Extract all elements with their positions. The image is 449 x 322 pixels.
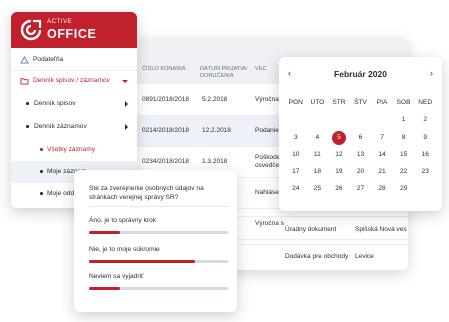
day-cell[interactable]: 3 <box>285 129 307 146</box>
weekday-label: PON <box>288 99 303 106</box>
day-cell[interactable]: 24 <box>285 180 307 197</box>
calendar-month-title: Február 2020 <box>334 69 387 79</box>
column-header-date[interactable]: DÁTUM PRIJATIA/ DORUČENIA <box>200 66 260 80</box>
day-cell[interactable]: 18 <box>307 163 329 180</box>
bullet-icon <box>26 102 29 105</box>
day-cell[interactable]: 22 <box>393 163 415 180</box>
poll-option-yes[interactable]: Áno, je to správny krok <box>89 217 156 224</box>
day-cell[interactable]: 17 <box>285 163 307 180</box>
sidebar-item-dennik-zaznamov[interactable]: Denník záznamov <box>11 122 137 132</box>
sidebar-item-label: Denník spisov / záznamov <box>33 77 110 84</box>
sidebar-item-dennik-spisov[interactable]: Denník spisov <box>11 99 137 109</box>
weekday-label: PIA <box>376 99 388 106</box>
day-cell[interactable]: 9 <box>414 129 436 146</box>
sidebar-item-label: Všetky záznamy <box>47 146 96 153</box>
sidebar-item-label: Podateľňa <box>33 56 64 63</box>
bullet-icon <box>26 125 29 128</box>
brand-subtitle: ACTIVE <box>47 19 73 25</box>
cell-number: 0214/2018/2018 <box>142 126 189 134</box>
day-cell[interactable]: 25 <box>307 180 329 197</box>
cell-place: Levice <box>355 253 374 260</box>
bullet-icon <box>40 170 43 173</box>
bullet-icon <box>40 148 43 151</box>
poll-option-no[interactable]: Nie, je to moje súkromie <box>89 246 160 253</box>
day-cell[interactable]: 28 <box>371 180 393 197</box>
sidebar-item-podatelna[interactable]: Podateľňa <box>11 55 137 65</box>
empty-day-cell <box>350 111 372 128</box>
weekday-label: UTO <box>310 99 325 106</box>
divider <box>89 206 229 207</box>
chevron-right-icon <box>125 101 128 107</box>
sidebar-item-vsetky-zaznamy[interactable]: Všetky záznamy <box>11 145 137 155</box>
column-header-number[interactable]: ČÍSLO KONANIA <box>142 66 186 73</box>
day-cell[interactable]: 19 <box>328 163 350 180</box>
day-cell[interactable]: 1 <box>393 111 415 128</box>
date-picker: ‹ Február 2020 › PON UTO STR ŠTV PIA SOB NED 1 2… <box>279 57 442 211</box>
day-cell[interactable]: 26 <box>328 180 350 197</box>
day-cell[interactable]: 27 <box>350 180 372 197</box>
empty-day-cell <box>371 111 393 128</box>
sidebar-item-dennik-spisov-zaznamov[interactable]: Denník spisov / záznamov <box>11 76 137 86</box>
day-cell[interactable]: 8 <box>393 129 415 146</box>
weekday-label: STR <box>332 99 346 106</box>
brand-title: OFFICE <box>47 27 97 41</box>
day-cell[interactable]: 4 <box>307 129 329 146</box>
weekday-label: SOB <box>396 99 411 106</box>
cell-date: 12.2.2018 <box>202 126 231 134</box>
chevron-down-icon <box>122 80 128 83</box>
poll-card: Ste za zverejnenie osobných údajov na st… <box>74 170 237 312</box>
logo-icon <box>20 19 42 41</box>
poll-bar-fill <box>89 231 120 234</box>
day-cell[interactable]: 6 <box>350 129 372 146</box>
day-cell[interactable]: 15 <box>393 146 415 163</box>
day-cell[interactable]: 21 <box>371 163 393 180</box>
poll-bar-dont-know <box>89 287 228 290</box>
empty-day-cell <box>328 111 350 128</box>
cell-place: Spišská Nová ves <box>355 226 407 233</box>
poll-bar-no <box>89 260 228 263</box>
day-cell[interactable]: 29 <box>393 180 415 197</box>
cell-subject: Dodávka pre obchody <box>285 253 349 260</box>
bullet-icon <box>40 192 43 195</box>
empty-day-cell <box>307 111 329 128</box>
inbox-icon <box>20 56 29 64</box>
weekday-label: NED <box>418 99 433 106</box>
column-header-subject[interactable]: VEC <box>255 66 267 73</box>
empty-day-cell <box>285 111 307 128</box>
sidebar-item-label: Denník záznamov <box>34 123 87 130</box>
day-cell[interactable]: 14 <box>371 146 393 163</box>
cell-number: 0891/2018/2018 <box>142 95 189 103</box>
weekday-label: ŠTV <box>354 99 367 106</box>
poll-bar-yes <box>89 231 228 234</box>
cell-subject: Úradny dokument <box>285 226 337 233</box>
calendar-grid: PON UTO STR ŠTV PIA SOB NED 1 2 3 4 5 6 7 8 9 10 11 12 13 14… <box>285 94 436 198</box>
poll-bar-fill <box>89 287 120 290</box>
day-cell[interactable]: 20 <box>350 163 372 180</box>
empty-day-cell <box>414 180 436 197</box>
day-cell[interactable]: 7 <box>371 129 393 146</box>
day-cell[interactable]: 16 <box>414 146 436 163</box>
poll-option-dont-know[interactable]: Neviem sa vyjadriť <box>89 273 144 280</box>
selected-day[interactable]: 5 <box>328 129 350 146</box>
chevron-right-icon <box>125 124 128 130</box>
brand-header: ACTIVE OFFICE <box>11 12 137 48</box>
divider <box>11 70 137 71</box>
day-cell[interactable]: 23 <box>414 163 436 180</box>
day-cell[interactable]: 12 <box>328 146 350 163</box>
cell-date: 5.2.2018 <box>202 95 228 103</box>
day-cell[interactable]: 13 <box>350 146 372 163</box>
sidebar-item-label: Denník spisov <box>34 100 76 107</box>
day-cell[interactable]: 10 <box>285 146 307 163</box>
poll-question: Ste za zverejnenie osobných údajov na st… <box>89 185 204 201</box>
day-cell[interactable]: 11 <box>307 146 329 163</box>
folder-icon <box>20 78 29 85</box>
poll-bar-fill <box>89 260 195 263</box>
chevron-right-icon[interactable]: › <box>430 68 433 78</box>
day-cell[interactable]: 2 <box>414 111 436 128</box>
